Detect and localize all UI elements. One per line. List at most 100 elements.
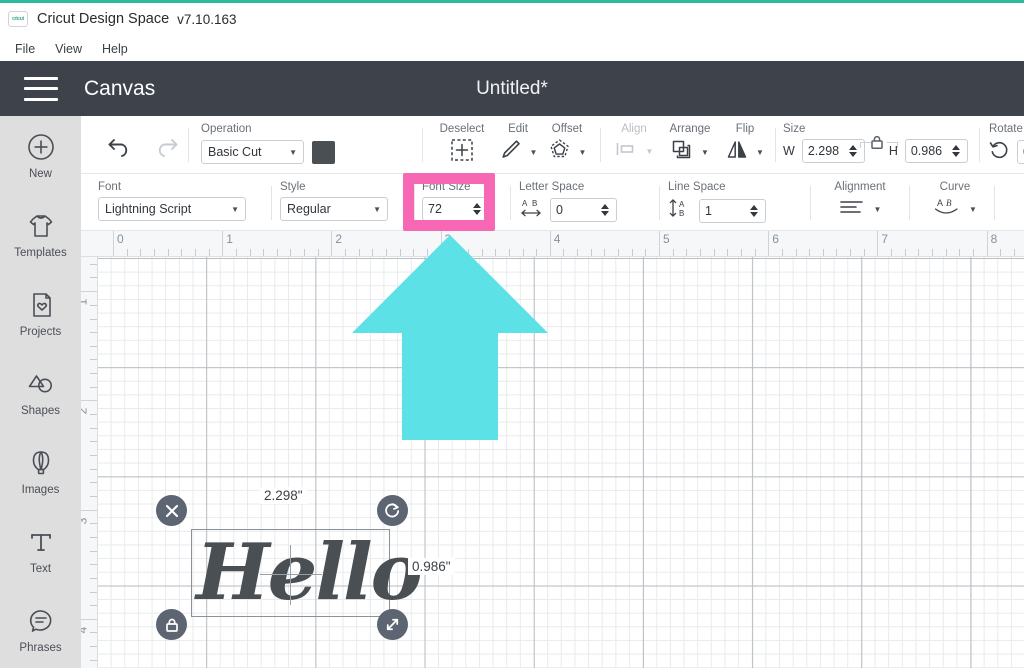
line-space-stepper[interactable] <box>745 200 762 222</box>
chevron-down-icon[interactable]: ▼ <box>969 205 977 214</box>
ruler-minor-tick <box>194 249 196 256</box>
alignment-label: Alignment <box>834 181 886 193</box>
chevron-down-icon: ▼ <box>289 147 297 157</box>
ruler-minor-tick <box>90 591 97 593</box>
shapes-icon <box>26 369 56 399</box>
plus-circle-icon <box>26 132 56 162</box>
lock-handle[interactable] <box>156 609 187 640</box>
ruler-minor-tick <box>754 249 756 256</box>
aspect-lock-toggle[interactable] <box>869 134 885 155</box>
flip-icon[interactable] <box>726 139 748 165</box>
ruler-minor-tick <box>1000 249 1002 256</box>
ruler-minor-tick <box>918 249 920 256</box>
ruler-tick-label: 3 <box>81 517 89 524</box>
ruler-tick-label: 1 <box>226 232 233 246</box>
ruler-tick-label: 2 <box>81 408 89 415</box>
design-canvas[interactable]: Hello 2.298" 0.986" <box>98 257 1024 668</box>
rotate-icon[interactable] <box>989 139 1010 165</box>
align-label: Align <box>621 123 647 135</box>
style-select[interactable]: Regular ▼ <box>280 197 388 221</box>
resize-handle[interactable] <box>377 609 408 640</box>
ruler-tick-label: 2 <box>335 232 343 246</box>
svg-text:B: B <box>946 198 952 208</box>
width-input[interactable] <box>802 144 845 158</box>
letter-space-input[interactable] <box>551 203 596 217</box>
sidebar-item-templates[interactable]: Templates <box>0 195 81 274</box>
curve-text-icon[interactable]: A B <box>933 197 960 222</box>
letter-space-stepper[interactable] <box>596 199 613 221</box>
width-input-wrap[interactable] <box>801 139 865 163</box>
svg-text:B: B <box>532 199 537 208</box>
rotate-input[interactable] <box>1018 145 1024 159</box>
ruler-minor-tick <box>208 249 210 256</box>
ruler-major-tick <box>81 618 97 620</box>
ruler-minor-tick <box>713 249 715 256</box>
ruler-minor-tick <box>904 249 906 256</box>
menu-item-help[interactable]: Help <box>92 40 138 58</box>
ruler-minor-tick <box>891 249 893 256</box>
sidebar-item-label: New <box>28 167 52 180</box>
advanced-label: Advanced <box>1003 181 1024 193</box>
chevron-down-icon[interactable]: ▼ <box>579 148 587 157</box>
ruler-major-tick <box>986 231 988 256</box>
main-toolbar: Operation Basic Cut ▼ Deselect Edit ▼ Of… <box>81 116 1024 174</box>
sidebar-item-projects[interactable]: Projects <box>0 274 81 353</box>
height-stepper[interactable] <box>948 140 965 162</box>
delete-handle[interactable] <box>156 495 187 526</box>
chevron-down-icon[interactable]: ▼ <box>701 148 709 157</box>
ruler-major-tick <box>659 231 660 256</box>
letter-space-icon: A B <box>519 197 543 223</box>
undo-arrow-icon[interactable] <box>106 135 133 162</box>
dashed-box-plus-icon[interactable] <box>450 138 474 167</box>
operation-color-swatch[interactable] <box>312 140 335 164</box>
sidebar-item-images[interactable]: Images <box>0 432 81 511</box>
sidebar-item-text[interactable]: Text <box>0 511 81 590</box>
rotate-handle[interactable] <box>377 495 408 526</box>
left-sidebar: New Templates Projects Shapes Images Tex… <box>0 116 81 668</box>
pentagon-offset-icon[interactable] <box>548 138 571 166</box>
line-space-input[interactable] <box>700 203 745 218</box>
font-size-stepper[interactable] <box>468 198 485 220</box>
ruler-tick-label: 7 <box>881 232 889 246</box>
font-size-input[interactable] <box>423 202 468 216</box>
sidebar-item-phrases[interactable]: Phrases <box>0 590 81 668</box>
font-size-input-wrap[interactable] <box>422 197 489 221</box>
sidebar-item-shapes[interactable]: Shapes <box>0 353 81 432</box>
sidebar-item-new[interactable]: New <box>0 116 81 195</box>
sidebar-item-label: Projects <box>19 325 62 338</box>
ruler-tick-label: 1 <box>81 299 89 306</box>
font-label: Font <box>98 181 122 193</box>
chevron-down-icon[interactable]: ▼ <box>874 205 882 214</box>
hello-text-object[interactable]: Hello <box>196 529 423 617</box>
app-version-label: v7.10.163 <box>177 11 237 27</box>
width-prefix-label: W <box>783 144 795 158</box>
pencil-icon[interactable] <box>499 138 522 166</box>
letter-space-input-wrap[interactable] <box>550 198 617 222</box>
ruler-minor-tick <box>90 564 97 566</box>
font-select[interactable]: Lightning Script ▼ <box>98 197 246 221</box>
chevron-down-icon[interactable]: ▼ <box>756 148 764 157</box>
ruler-minor-tick <box>90 345 97 347</box>
sidebar-item-label: Images <box>21 483 60 496</box>
line-space-input-wrap[interactable] <box>699 198 766 223</box>
cricut-logo-icon: cricut <box>8 11 28 27</box>
height-input-wrap[interactable] <box>904 139 968 163</box>
height-input[interactable] <box>905 144 948 158</box>
font-size-label: Font Size <box>422 181 471 193</box>
menu-item-view[interactable]: View <box>45 40 92 58</box>
hamburger-menu-icon[interactable] <box>24 76 58 101</box>
chevron-down-icon[interactable]: ▼ <box>530 148 538 157</box>
rotate-input-wrap[interactable] <box>1017 140 1024 164</box>
menu-item-file[interactable]: File <box>5 40 45 58</box>
svg-text:A: A <box>937 198 943 208</box>
operation-select[interactable]: Basic Cut ▼ <box>201 140 304 164</box>
vertical-ruler: 12345 <box>81 257 98 668</box>
menu-bar: File View Help <box>0 36 1024 61</box>
arrange-layers-icon[interactable] <box>671 139 693 165</box>
ruler-minor-tick <box>153 249 155 256</box>
ruler-minor-tick <box>90 523 97 525</box>
ruler-minor-tick <box>90 304 97 306</box>
font-value: Lightning Script <box>105 202 192 216</box>
text-toolbar: Font Lightning Script ▼ Style Regular ▼ … <box>81 174 1024 231</box>
align-lines-icon[interactable] <box>839 199 864 220</box>
